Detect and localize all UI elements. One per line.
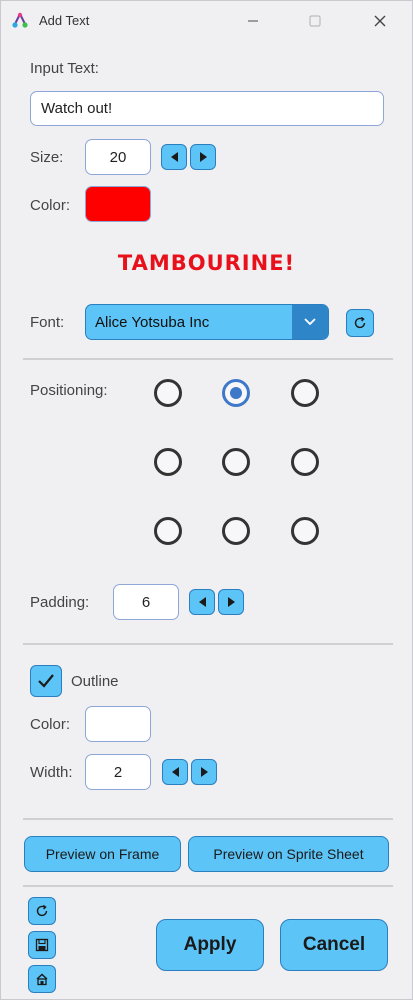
outline-width-increase-button[interactable] — [191, 759, 217, 785]
position-top-right-radio[interactable] — [291, 379, 319, 407]
save-icon — [35, 938, 49, 952]
size-increase-button[interactable] — [190, 144, 216, 170]
position-bottom-right-radio[interactable] — [291, 517, 319, 545]
padding-decrease-button[interactable] — [189, 589, 215, 615]
padding-label: Padding: — [30, 594, 90, 611]
arrow-right-icon — [227, 597, 235, 607]
size-stepper — [161, 144, 216, 170]
add-text-window: Add Text Input Text: Watch out! Size: 20… — [0, 0, 413, 1000]
preview-on-sprite-sheet-button[interactable]: Preview on Sprite Sheet — [188, 836, 389, 872]
arrow-left-icon — [171, 767, 179, 777]
outline-width-decrease-button[interactable] — [162, 759, 188, 785]
apply-button[interactable]: Apply — [156, 919, 264, 971]
save-settings-button[interactable] — [28, 931, 56, 959]
padding-increase-button[interactable] — [218, 589, 244, 615]
size-field[interactable]: 20 — [85, 139, 151, 175]
divider — [23, 358, 393, 360]
outline-width-field[interactable]: 2 — [85, 754, 151, 790]
window-title: Add Text — [39, 13, 90, 28]
minimize-button[interactable] — [239, 7, 267, 35]
divider — [23, 643, 393, 645]
maximize-button[interactable] — [301, 7, 329, 35]
divider — [23, 885, 393, 887]
outline-width-value: 2 — [113, 763, 123, 781]
reset-button[interactable] — [28, 897, 56, 925]
minimize-icon — [248, 20, 258, 22]
close-icon — [374, 15, 386, 27]
refresh-icon — [36, 904, 48, 917]
font-selected: Alice Yotsuba Inc — [95, 313, 210, 331]
font-label: Font: — [30, 314, 65, 331]
cancel-button[interactable]: Cancel — [280, 919, 388, 971]
size-decrease-button[interactable] — [161, 144, 187, 170]
outline-color-swatch[interactable] — [85, 706, 151, 742]
input-text-value: Watch out! — [41, 100, 113, 117]
position-top-center-radio[interactable] — [222, 379, 250, 407]
position-middle-right-radio[interactable] — [291, 448, 319, 476]
size-value: 20 — [109, 148, 127, 166]
input-text-label: Input Text: — [30, 60, 99, 77]
position-bottom-left-radio[interactable] — [154, 517, 182, 545]
positioning-label: Positioning: — [30, 382, 108, 399]
padding-value: 6 — [141, 593, 151, 611]
arrow-right-icon — [199, 152, 207, 162]
arrow-left-icon — [170, 152, 178, 162]
font-preview-text: TAMBOURINE! — [117, 251, 296, 275]
arrow-left-icon — [198, 597, 206, 607]
close-button[interactable] — [366, 7, 394, 35]
outline-width-stepper — [162, 759, 217, 785]
input-text-field[interactable]: Watch out! — [30, 91, 384, 126]
checkmark-icon — [38, 674, 54, 688]
load-settings-button[interactable] — [28, 965, 56, 993]
position-middle-left-radio[interactable] — [154, 448, 182, 476]
dropdown-arrow — [292, 305, 328, 339]
outline-color-label: Color: — [30, 716, 71, 733]
color-label: Color: — [30, 197, 71, 214]
position-bottom-center-radio[interactable] — [222, 517, 250, 545]
maximize-icon — [309, 15, 321, 27]
refresh-icon — [354, 316, 366, 329]
divider — [23, 818, 393, 820]
font-dropdown[interactable]: Alice Yotsuba Inc — [85, 304, 329, 340]
padding-stepper — [189, 589, 244, 615]
position-top-left-radio[interactable] — [154, 379, 182, 407]
arrow-right-icon — [200, 767, 208, 777]
outline-width-label: Width: — [30, 764, 73, 781]
title-bar: Add Text — [1, 1, 412, 41]
position-middle-center-radio[interactable] — [222, 448, 250, 476]
padding-field[interactable]: 6 — [113, 584, 179, 620]
text-color-swatch[interactable] — [85, 186, 151, 222]
load-icon — [36, 973, 48, 986]
outline-label: Outline — [71, 673, 119, 690]
chevron-down-icon — [304, 318, 316, 326]
preview-on-frame-button[interactable]: Preview on Frame — [24, 836, 181, 872]
app-icon — [11, 12, 29, 30]
size-label: Size: — [30, 149, 64, 166]
outline-checkbox[interactable] — [30, 665, 62, 697]
refresh-fonts-button[interactable] — [346, 309, 374, 337]
